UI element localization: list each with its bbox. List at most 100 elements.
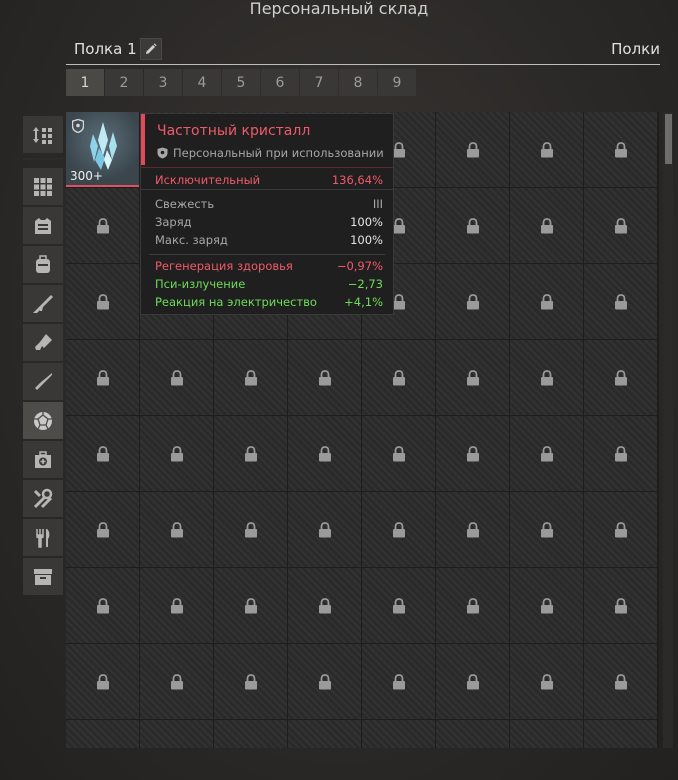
- filter-all-button[interactable]: [23, 168, 63, 205]
- locked-slot[interactable]: [584, 112, 657, 187]
- filter-armor-button[interactable]: [23, 207, 63, 244]
- locked-slot[interactable]: [510, 416, 583, 491]
- locked-slot[interactable]: [140, 416, 213, 491]
- lock-icon: [614, 673, 627, 689]
- locked-slot[interactable]: [140, 568, 213, 643]
- lock-icon: [392, 445, 405, 461]
- tab-4[interactable]: 4: [183, 69, 221, 96]
- locked-slot[interactable]: [362, 340, 435, 415]
- locked-slot[interactable]: [436, 340, 509, 415]
- locked-slot[interactable]: [436, 720, 509, 748]
- locked-slot[interactable]: [140, 644, 213, 719]
- effect-label: Реакция на электричество: [155, 295, 317, 309]
- shelf-bar: Полка 1 Полки: [66, 38, 660, 65]
- locked-slot[interactable]: [510, 568, 583, 643]
- tab-5[interactable]: 5: [222, 69, 260, 96]
- tab-6[interactable]: 6: [261, 69, 299, 96]
- locked-slot[interactable]: [584, 492, 657, 567]
- locked-slot[interactable]: [362, 416, 435, 491]
- tab-7[interactable]: 7: [300, 69, 338, 96]
- locked-slot[interactable]: [214, 492, 287, 567]
- locked-slot[interactable]: [214, 568, 287, 643]
- locked-slot[interactable]: [584, 340, 657, 415]
- locked-slot[interactable]: [66, 188, 139, 263]
- pencil-icon: [146, 43, 157, 54]
- filter-rifle-button[interactable]: [23, 285, 63, 322]
- locked-slot[interactable]: [214, 340, 287, 415]
- locked-slot[interactable]: [510, 492, 583, 567]
- locked-slot[interactable]: [436, 416, 509, 491]
- locked-slot[interactable]: [584, 568, 657, 643]
- lock-icon: [466, 521, 479, 537]
- locked-slot[interactable]: [288, 492, 361, 567]
- locked-slot[interactable]: [214, 644, 287, 719]
- tab-1[interactable]: 1: [66, 69, 104, 96]
- lock-icon: [96, 369, 109, 385]
- locked-slot[interactable]: [214, 720, 287, 748]
- locked-slot[interactable]: [140, 492, 213, 567]
- rarity-value: 136,64%: [331, 173, 383, 187]
- filter-medical-button[interactable]: [23, 441, 63, 478]
- locked-slot[interactable]: [584, 416, 657, 491]
- storage-scrollbar[interactable]: [663, 112, 673, 748]
- backpack-icon: [36, 254, 50, 273]
- locked-slot[interactable]: [510, 264, 583, 339]
- locked-slot[interactable]: [362, 644, 435, 719]
- filter-pistol-button[interactable]: [23, 324, 63, 361]
- locked-slot[interactable]: [66, 340, 139, 415]
- locked-slot[interactable]: [436, 492, 509, 567]
- tab-8[interactable]: 8: [339, 69, 377, 96]
- locked-slot[interactable]: [140, 340, 213, 415]
- filter-tools-button[interactable]: [23, 480, 63, 517]
- filter-food-button[interactable]: [23, 519, 63, 556]
- locked-slot[interactable]: [214, 416, 287, 491]
- locked-slot[interactable]: [66, 644, 139, 719]
- locked-slot[interactable]: [66, 264, 139, 339]
- tab-3[interactable]: 3: [144, 69, 182, 96]
- shelves-button[interactable]: Полки: [611, 40, 660, 58]
- locked-slot[interactable]: [288, 340, 361, 415]
- lock-icon: [96, 293, 109, 309]
- locked-slot[interactable]: [510, 720, 583, 748]
- locked-slot[interactable]: [510, 188, 583, 263]
- lock-icon: [540, 141, 553, 157]
- locked-slot[interactable]: [584, 188, 657, 263]
- locked-slot[interactable]: [436, 644, 509, 719]
- filter-backpack-button[interactable]: [23, 246, 63, 283]
- locked-slot[interactable]: [66, 568, 139, 643]
- locked-slot[interactable]: [140, 720, 213, 748]
- locked-slot[interactable]: [288, 416, 361, 491]
- lock-icon: [318, 369, 331, 385]
- locked-slot[interactable]: [288, 568, 361, 643]
- filter-other-button[interactable]: [23, 558, 63, 595]
- item-name: Частотный кристалл: [157, 123, 311, 139]
- locked-slot[interactable]: [362, 492, 435, 567]
- locked-slot[interactable]: [510, 340, 583, 415]
- locked-slot[interactable]: [288, 644, 361, 719]
- inventory-item-crystal[interactable]: 300+: [66, 112, 139, 187]
- edit-shelf-button[interactable]: [140, 38, 162, 60]
- locked-slot[interactable]: [436, 264, 509, 339]
- filter-knife-button[interactable]: [23, 363, 63, 400]
- locked-slot[interactable]: [584, 264, 657, 339]
- locked-slot[interactable]: [436, 112, 509, 187]
- locked-slot[interactable]: [584, 644, 657, 719]
- locked-slot[interactable]: [362, 568, 435, 643]
- locked-slot[interactable]: [66, 492, 139, 567]
- locked-slot[interactable]: [362, 720, 435, 748]
- tab-2[interactable]: 2: [105, 69, 143, 96]
- locked-slot[interactable]: [436, 188, 509, 263]
- locked-slot[interactable]: [288, 720, 361, 748]
- locked-slot[interactable]: [66, 720, 139, 748]
- scrollbar-thumb[interactable]: [665, 114, 672, 164]
- locked-slot[interactable]: [510, 644, 583, 719]
- sort-button[interactable]: [23, 116, 63, 153]
- locked-slot[interactable]: [510, 112, 583, 187]
- lock-icon: [96, 521, 109, 537]
- locked-slot[interactable]: [436, 568, 509, 643]
- locked-slot[interactable]: [66, 416, 139, 491]
- tab-9[interactable]: 9: [378, 69, 416, 96]
- filter-artifact-button[interactable]: [23, 402, 63, 439]
- locked-slot[interactable]: [584, 720, 657, 748]
- stat-label: Заряд: [155, 215, 192, 229]
